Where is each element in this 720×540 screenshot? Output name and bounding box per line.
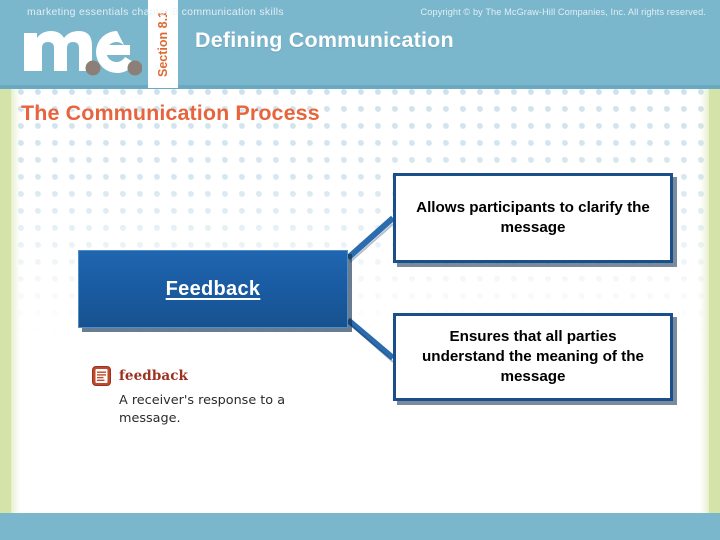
glossary-header: feedback	[92, 366, 342, 386]
diagram-node-detail-1[interactable]: Allows participants to clarify the messa…	[393, 173, 673, 263]
header-underline	[0, 85, 720, 89]
diagram-node-detail-2-label: Ensures that all parties understand the …	[422, 327, 644, 386]
right-green-edge-strip	[709, 88, 720, 513]
document-icon	[92, 366, 111, 386]
right-edge-fade	[700, 88, 709, 513]
diagram-node-detail-2[interactable]: Ensures that all parties understand the …	[393, 313, 673, 401]
glossary-entry: feedback A receiver's response to a mess…	[92, 366, 342, 428]
glossary-definition: A receiver's response to a message.	[119, 393, 286, 427]
glossary-term: feedback	[119, 368, 188, 384]
left-edge-fade	[11, 88, 20, 513]
left-green-edge-strip	[0, 88, 11, 513]
slide-canvas: Section 8.1 Defining Communication The C…	[0, 0, 720, 540]
diagram-node-feedback-label: Feedback	[165, 277, 261, 300]
diagram-node-feedback[interactable]: Feedback	[78, 250, 348, 328]
page-title: The Communication Process	[21, 101, 320, 125]
diagram-node-detail-1-label: Allows participants to clarify the messa…	[416, 198, 650, 236]
footer-course-info: marketing essentials chapter 8 communica…	[27, 6, 284, 18]
header-title: Defining Communication	[195, 28, 454, 52]
footer-bar	[0, 513, 720, 540]
footer-copyright: Copyright © by The McGraw-Hill Companies…	[420, 7, 706, 17]
me-logo	[22, 14, 142, 76]
